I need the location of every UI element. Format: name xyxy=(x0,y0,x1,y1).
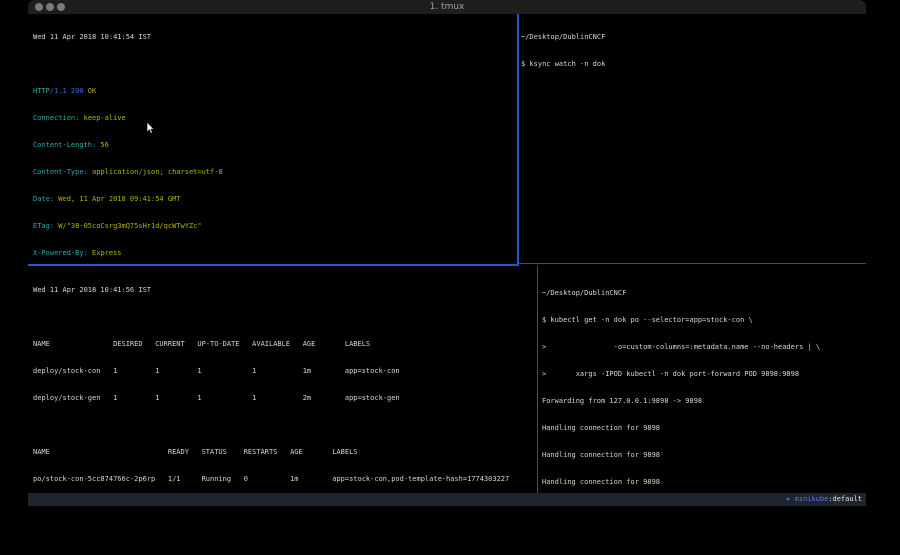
pane-divider-vertical-top[interactable] xyxy=(517,14,519,264)
http-status-line: HTTP/1.1 200 OK xyxy=(33,87,516,96)
http-header-line: Connection: keep-alive xyxy=(33,114,516,123)
pod-table-row: po/stock-con-5cc874766c-2p6rp 1/1 Runnin… xyxy=(33,475,535,484)
pane-kubectl-resources[interactable]: Wed 11 Apr 2018 10:41:56 IST NAME DESIRE… xyxy=(33,268,535,492)
header-value: 56 xyxy=(96,141,109,149)
header-value: keep-alive xyxy=(79,114,125,122)
terminal-window: 1. tmux Wed 11 Apr 2018 10:41:54 IST HTT… xyxy=(28,0,866,506)
window-titlebar[interactable]: 1. tmux xyxy=(28,0,866,14)
output-line: Handling connection for 9898 xyxy=(542,478,864,487)
header-value: Wed, 11 Apr 2018 09:41:54 GMT xyxy=(54,195,180,203)
http-version-code: /1.1 200 xyxy=(50,87,84,95)
header-name: Content-Type: xyxy=(33,168,88,176)
blank-line xyxy=(33,60,516,69)
http-status-text: OK xyxy=(84,87,97,95)
cwd-line: ~/Desktop/DublinCNCF xyxy=(521,33,861,42)
pod-table-header: NAME READY STATUS RESTARTS AGE LABELS xyxy=(33,448,535,457)
http-header-line: Content-Type: application/json; charset=… xyxy=(33,168,516,177)
http-proto: HTTP xyxy=(33,87,50,95)
command-continuation-line: > -o=custom-columns=:metadata.name --no-… xyxy=(542,343,864,352)
desktop-background: 1. tmux Wed 11 Apr 2018 10:41:54 IST HTT… xyxy=(0,0,900,555)
kube-namespace: :default xyxy=(828,495,862,503)
deploy-table-row: deploy/stock-con 1 1 1 1 1m app=stock-co… xyxy=(33,367,535,376)
timestamp-line: Wed 11 Apr 2018 10:41:54 IST xyxy=(33,33,516,42)
http-header-line: X-Powered-By: Express xyxy=(33,249,516,258)
deploy-table-row: deploy/stock-gen 1 1 1 1 2m app=stock-ge… xyxy=(33,394,535,403)
header-name: Content-Length: xyxy=(33,141,96,149)
output-line: Handling connection for 9898 xyxy=(542,451,864,460)
output-line: Forwarding from 127.0.0.1:9898 -> 9898 xyxy=(542,397,864,406)
pane-port-forward[interactable]: ~/Desktop/DublinCNCF $ kubectl get -n do… xyxy=(542,271,864,492)
pane-ksync[interactable]: ~/Desktop/DublinCNCF $ ksync watch -n do… xyxy=(521,15,861,263)
pane-http-response[interactable]: Wed 11 Apr 2018 10:41:54 IST HTTP/1.1 20… xyxy=(33,15,516,263)
timestamp-line: Wed 11 Apr 2018 10:41:56 IST xyxy=(33,286,535,295)
command-line: $ kubectl get -n dok po --selector=app=s… xyxy=(542,316,864,325)
pane-divider-horizontal-active[interactable] xyxy=(28,264,519,266)
http-header-line: ETag: W/"38-05coCsrg3mQ75sHr1d/qcWTwYZc" xyxy=(33,222,516,231)
blank-line xyxy=(33,421,535,430)
blank-line xyxy=(33,313,535,322)
header-value: Express xyxy=(88,249,122,257)
command-line: $ ksync watch -n dok xyxy=(521,60,861,69)
header-name: Date: xyxy=(33,195,54,203)
header-value: application/json; charset=utf-8 xyxy=(88,168,223,176)
header-value: W/"38-05coCsrg3mQ75sHr1d/qcWTwYZc" xyxy=(54,222,202,230)
header-name: X-Powered-By: xyxy=(33,249,88,257)
output-line: Handling connection for 9898 xyxy=(542,424,864,433)
http-header-line: Date: Wed, 11 Apr 2018 09:41:54 GMT xyxy=(33,195,516,204)
header-name: Connection: xyxy=(33,114,79,122)
http-header-line: Content-Length: 56 xyxy=(33,141,516,150)
window-title: 1. tmux xyxy=(28,2,866,12)
pane-divider-horizontal-inactive[interactable] xyxy=(519,263,866,264)
deploy-table-header: NAME DESIRED CURRENT UP-TO-DATE AVAILABL… xyxy=(33,340,535,349)
header-name: ETag: xyxy=(33,222,54,230)
tmux-status-bar: demo0:bash* ⎈ minikube:default xyxy=(28,493,866,506)
cwd-line: ~/Desktop/DublinCNCF xyxy=(542,289,864,298)
kube-context: minikube xyxy=(795,495,829,503)
tmux-status-right: ⎈ minikube:default xyxy=(786,493,862,506)
command-continuation-line: > xargs -IPOD kubectl -n dok port-forwar… xyxy=(542,370,864,379)
pane-divider-vertical-bottom[interactable] xyxy=(537,266,538,493)
mouse-pointer-icon xyxy=(146,122,154,134)
